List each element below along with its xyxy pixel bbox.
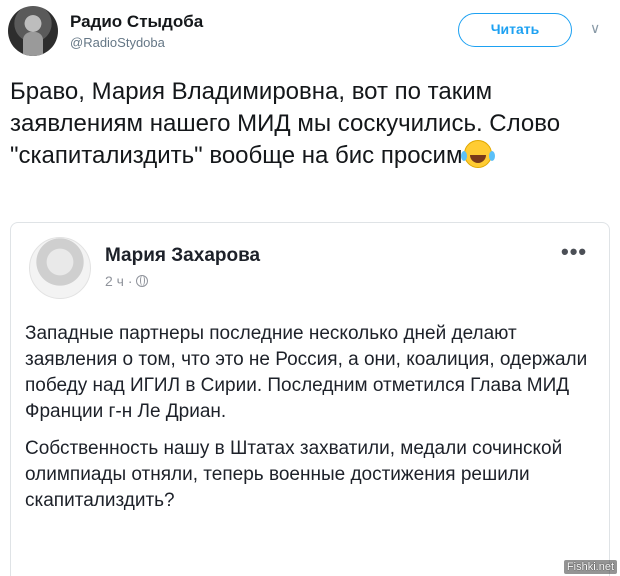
chevron-down-icon[interactable]: ∨ <box>590 20 600 37</box>
laughing-emoji-icon <box>461 140 493 168</box>
user-handle[interactable]: @RadioStydoba <box>70 35 165 50</box>
post-time-text[interactable]: 2 ч · <box>105 273 133 289</box>
avatar[interactable] <box>8 6 58 56</box>
quoted-post-card[interactable]: Мария Захарова 2 ч · ••• Западные партне… <box>10 222 610 576</box>
quoted-author-name[interactable]: Мария Захарова <box>105 245 260 267</box>
quoted-paragraph-2: Собственность нашу в Штатах захватили, м… <box>25 438 563 511</box>
globe-icon <box>135 275 148 287</box>
follow-button[interactable]: Читать <box>458 13 572 47</box>
quoted-author-avatar[interactable] <box>29 237 91 299</box>
quoted-post-body: Западные партнеры последние несколько дн… <box>25 321 593 525</box>
tweet-text: Браво, Мария Владимировна, вот по таким … <box>10 76 570 172</box>
more-options-icon[interactable]: ••• <box>561 241 587 263</box>
watermark: Fishki.net <box>563 560 617 574</box>
quoted-post-time: 2 ч · <box>105 273 148 289</box>
quoted-paragraph-1: Западные партнеры последние несколько дн… <box>25 323 588 422</box>
display-name[interactable]: Радио Стыдоба <box>70 12 203 32</box>
tweet-header: Радио Стыдоба @RadioStydoba Читать ∨ <box>0 0 620 62</box>
